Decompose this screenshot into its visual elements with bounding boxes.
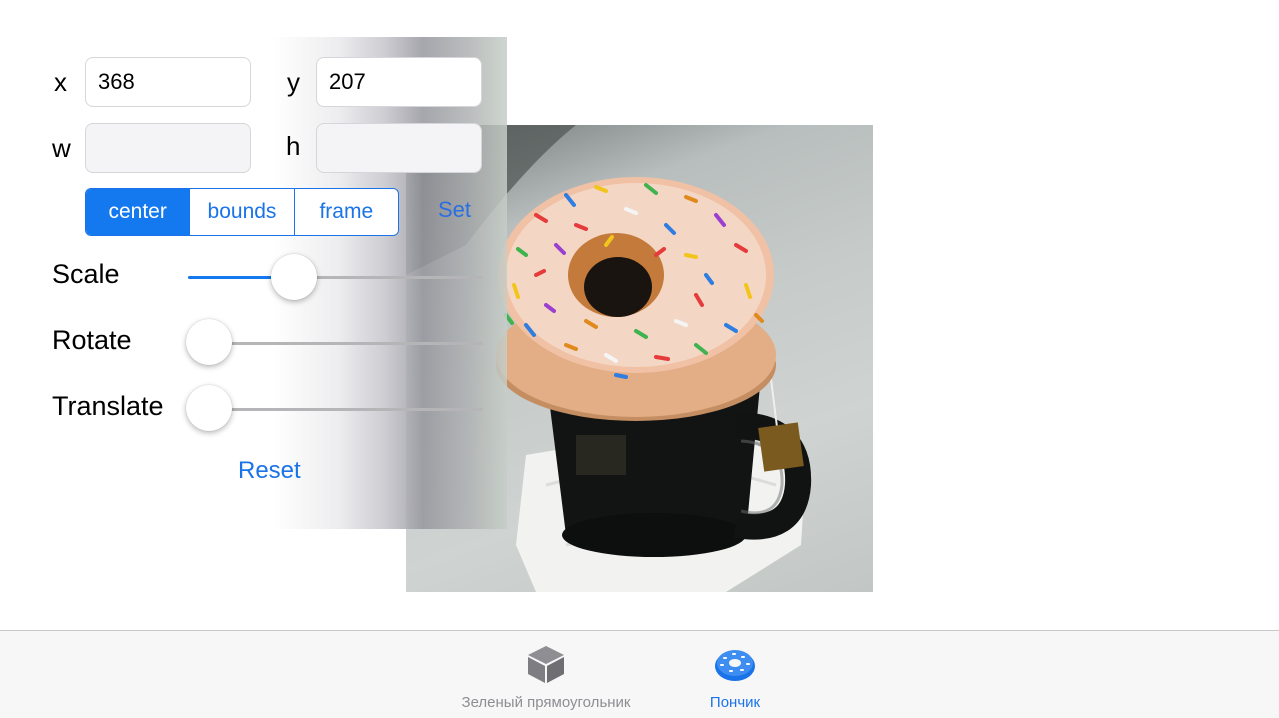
- transform-control-panel: x 368 y 207 w h center bounds frame Set …: [40, 37, 507, 529]
- tab-bar: Зеленый прямоугольник Пончик: [0, 630, 1279, 718]
- scale-slider-thumb[interactable]: [271, 254, 318, 300]
- rotate-slider-track[interactable]: [188, 342, 483, 345]
- scale-slider-track[interactable]: [188, 276, 483, 279]
- cube-icon: [524, 644, 568, 684]
- tab-donut[interactable]: Пончик: [695, 631, 775, 718]
- segment-center[interactable]: center: [86, 189, 190, 235]
- y-input[interactable]: 207: [316, 57, 482, 107]
- h-label: h: [286, 131, 301, 161]
- h-input[interactable]: [316, 123, 482, 173]
- translate-slider-track[interactable]: [188, 408, 483, 411]
- w-label: w: [52, 133, 71, 163]
- y-label: y: [287, 67, 300, 97]
- donut-icon: [713, 644, 757, 684]
- tab-label: Зеленый прямоугольник: [461, 694, 631, 711]
- mode-segmented-control: center bounds frame: [85, 188, 399, 236]
- rotate-label: Rotate: [52, 325, 132, 355]
- x-label: x: [54, 67, 67, 97]
- translate-label: Translate: [52, 391, 164, 421]
- scale-label: Scale: [52, 259, 120, 289]
- tab-label: Пончик: [709, 694, 761, 711]
- segment-bounds[interactable]: bounds: [189, 189, 294, 235]
- x-input[interactable]: 368: [85, 57, 251, 107]
- reset-button[interactable]: Reset: [238, 457, 301, 485]
- tab-green-rectangle[interactable]: Зеленый прямоугольник: [457, 631, 635, 718]
- translate-slider-thumb[interactable]: [186, 385, 232, 431]
- segment-frame[interactable]: frame: [293, 189, 398, 235]
- w-input[interactable]: [85, 123, 251, 173]
- rotate-slider-thumb[interactable]: [186, 319, 232, 365]
- set-button[interactable]: Set: [438, 197, 471, 223]
